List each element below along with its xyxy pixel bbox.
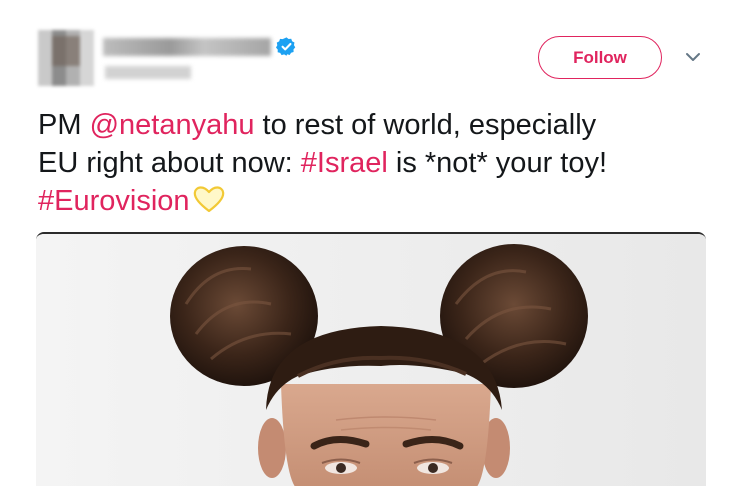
tweet-text: PM @netanyahu to rest of world, especial…: [38, 106, 718, 220]
text-segment: PM: [38, 109, 90, 141]
verified-badge-icon: [276, 37, 296, 56]
text-segment: is *not* your toy!: [387, 147, 608, 179]
text-segment: to rest of world, especially: [254, 109, 597, 141]
tweet-text-line: #Eurovision: [38, 182, 718, 220]
tweet-card: Follow PM @netanyahu to rest of world, e…: [0, 0, 741, 486]
display-name-blurred[interactable]: [103, 38, 271, 56]
mention-link[interactable]: @netanyahu: [90, 109, 255, 141]
hashtag-link[interactable]: #Israel: [301, 147, 388, 179]
hashtag-link[interactable]: #Eurovision: [38, 185, 190, 217]
yellow-heart-emoji: [193, 186, 224, 213]
avatar[interactable]: [38, 30, 94, 86]
username-blurred[interactable]: [105, 66, 191, 79]
tweet-text-line: PM @netanyahu to rest of world, especial…: [38, 106, 718, 144]
follow-button[interactable]: Follow: [538, 36, 662, 79]
text-segment: EU right about now:: [38, 147, 301, 179]
tweet-text-line: EU right about now: #Israel is *not* you…: [38, 144, 718, 182]
chevron-down-icon[interactable]: [684, 50, 702, 64]
edited-photo-illustration: [36, 234, 706, 486]
tweet-media-image[interactable]: [36, 232, 706, 486]
